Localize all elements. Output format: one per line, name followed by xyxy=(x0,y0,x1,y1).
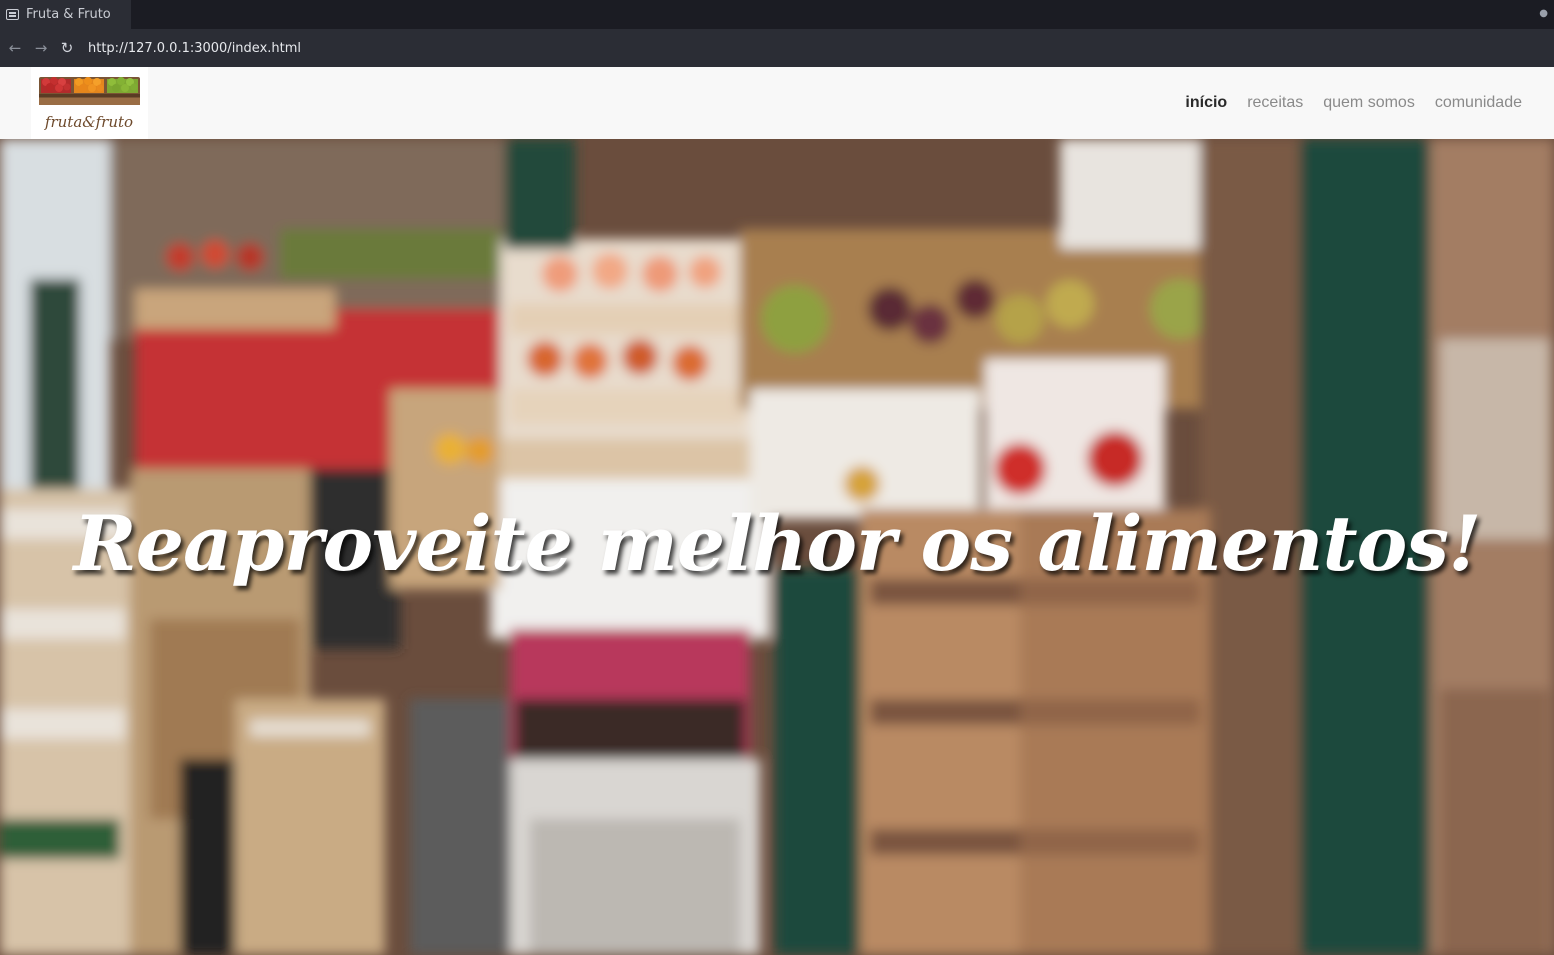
hero-title: Reaproveite melhor os alimentos! xyxy=(73,499,1482,588)
page-icon xyxy=(6,9,19,20)
logo-text: fruta&fruto xyxy=(44,113,133,131)
url-field[interactable]: http://127.0.0.1:3000/index.html xyxy=(88,41,301,56)
reload-icon[interactable]: ↻ xyxy=(56,37,78,59)
hero-banner: Reaproveite melhor os alimentos! xyxy=(0,139,1554,955)
nav-item-receitas[interactable]: receitas xyxy=(1237,94,1313,112)
nav-item-quem-somos[interactable]: quem somos xyxy=(1313,94,1425,112)
browser-tabbar: Fruta & Fruto ● xyxy=(0,0,1554,29)
forward-icon[interactable]: → xyxy=(30,37,52,59)
browser-addressbar: ← → ↻ http://127.0.0.1:3000/index.html xyxy=(0,29,1554,67)
page: fruta&fruto início receitas quem somos c… xyxy=(0,67,1554,955)
more-icon[interactable]: ● xyxy=(1539,8,1548,19)
tab-title: Fruta & Fruto xyxy=(26,7,111,22)
nav-item-comunidade[interactable]: comunidade xyxy=(1425,94,1532,112)
browser-tab[interactable]: Fruta & Fruto xyxy=(0,0,131,29)
site-logo[interactable]: fruta&fruto xyxy=(31,67,148,139)
nav-item-inicio[interactable]: início xyxy=(1175,94,1237,112)
back-icon[interactable]: ← xyxy=(4,37,26,59)
main-menu: início receitas quem somos comunidade xyxy=(1175,67,1532,139)
site-navbar: fruta&fruto início receitas quem somos c… xyxy=(0,67,1554,139)
